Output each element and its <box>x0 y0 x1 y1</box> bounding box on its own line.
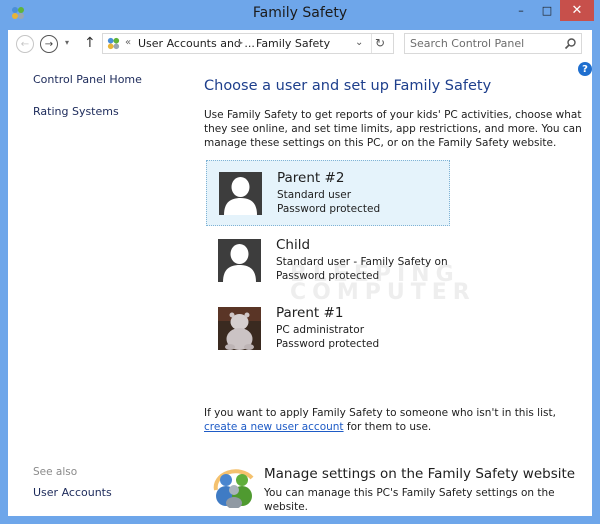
forward-button[interactable]: → <box>40 35 58 53</box>
user-account-type: PC administrator <box>276 324 365 336</box>
note-text-before: If you want to apply Family Safety to so… <box>204 407 556 419</box>
refresh-icon[interactable]: ↻ <box>375 36 385 50</box>
navigation-toolbar: ← → ▾ ↑ « User Accounts and ... ▸ Family… <box>8 30 592 58</box>
client-area: ← → ▾ ↑ « User Accounts and ... ▸ Family… <box>8 30 592 516</box>
user-tile-parent-2[interactable]: Parent #2 Standard user Password protect… <box>206 160 450 226</box>
chevron-down-icon: ▾ <box>65 38 70 47</box>
search-box[interactable] <box>404 33 582 54</box>
minimize-button[interactable]: – <box>508 0 534 21</box>
page-title: Choose a user and set up Family Safety <box>204 78 492 94</box>
user-password-status: Password protected <box>276 338 380 350</box>
avatar <box>219 172 262 215</box>
user-password-status: Password protected <box>277 203 381 215</box>
maximize-icon: □ <box>541 4 553 17</box>
create-new-user-account-link[interactable]: create a new user account <box>204 421 344 433</box>
sidebar-link-rating-systems[interactable]: Rating Systems <box>33 105 119 118</box>
hippo-photo-icon <box>218 307 261 350</box>
default-user-icon <box>218 239 261 282</box>
up-arrow-icon: ↑ <box>84 35 96 51</box>
manage-title: Manage settings on the Family Safety web… <box>264 466 576 482</box>
manage-description: You can manage this PC's Family Safety s… <box>264 487 555 513</box>
user-name: Parent #1 <box>276 305 344 321</box>
family-safety-icon <box>107 37 120 50</box>
sidebar-link-user-accounts[interactable]: User Accounts <box>33 486 112 499</box>
breadcrumb-user-accounts[interactable]: User Accounts and ... <box>138 37 255 50</box>
sidebar: Control Panel Home Rating Systems See al… <box>8 58 198 516</box>
back-button[interactable]: ← <box>16 35 34 53</box>
family-safety-window: Family Safety – □ ✕ ← → ▾ ↑ « User Accou… <box>0 0 600 524</box>
breadcrumb-family-safety[interactable]: Family Safety <box>256 37 330 50</box>
user-tile-parent-1[interactable]: Parent #1 PC administrator Password prot… <box>206 296 450 362</box>
watermark: BLEEPING COMPUTER <box>290 262 476 305</box>
title-bar[interactable]: Family Safety – □ ✕ <box>0 0 600 28</box>
default-user-icon <box>219 172 262 215</box>
back-arrow-icon: ← <box>20 38 30 50</box>
close-button[interactable]: ✕ <box>560 0 594 21</box>
family-safety-users-icon <box>213 469 254 508</box>
search-icon[interactable] <box>563 37 577 51</box>
intro-text: Use Family Safety to get reports of your… <box>204 109 582 149</box>
maximize-button[interactable]: □ <box>534 0 560 21</box>
help-icon[interactable]: ? <box>578 62 592 76</box>
create-account-note: If you want to apply Family Safety to so… <box>204 406 588 434</box>
sidebar-link-control-panel-home[interactable]: Control Panel Home <box>33 73 142 86</box>
address-dropdown-icon[interactable]: ⌄ <box>355 37 363 48</box>
search-input[interactable] <box>410 36 560 51</box>
breadcrumb-overflow-button[interactable]: « <box>125 37 131 48</box>
address-bar[interactable]: « User Accounts and ... ▸ Family Safety … <box>102 33 394 54</box>
user-name: Parent #2 <box>277 170 345 186</box>
up-button[interactable]: ↑ <box>84 35 96 51</box>
address-divider <box>371 34 372 53</box>
see-also-label: See also <box>33 466 78 478</box>
breadcrumb-separator-icon[interactable]: ▸ <box>239 38 243 47</box>
recent-locations-button[interactable]: ▾ <box>65 38 69 47</box>
close-icon: ✕ <box>571 3 583 18</box>
forward-arrow-icon: → <box>44 38 54 50</box>
manage-website-link[interactable]: Manage settings on the Family Safety web… <box>204 458 588 518</box>
minimize-icon: – <box>518 4 524 17</box>
note-text-after: for them to use. <box>343 421 432 433</box>
user-name: Child <box>276 237 311 253</box>
avatar <box>218 307 261 350</box>
user-account-type: Standard user <box>277 189 352 201</box>
avatar <box>218 239 261 282</box>
